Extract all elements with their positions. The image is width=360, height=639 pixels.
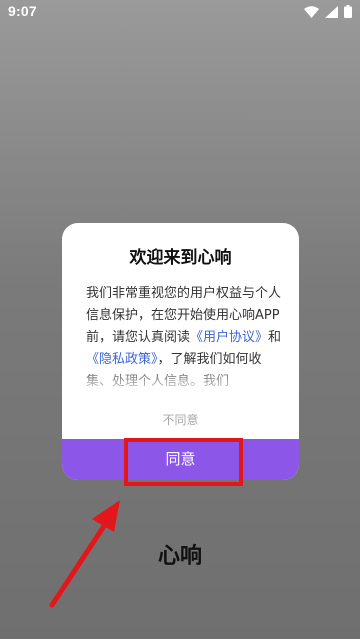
wifi-icon (304, 5, 319, 18)
dialog-body-and: 和 (268, 330, 282, 345)
privacy-consent-dialog: 欢迎来到心响 我们非常重视您的用户权益与个人信息保护，在您开始使用心响APP前，… (62, 223, 299, 480)
signal-icon (325, 5, 338, 18)
agree-button[interactable]: 同意 (62, 439, 299, 480)
battery-icon (344, 5, 352, 18)
disagree-button[interactable]: 不同意 (62, 411, 299, 428)
status-bar: 9:07 (0, 0, 360, 24)
background-app-title: 心响 (157, 544, 202, 569)
dialog-body: 我们非常重视您的用户权益与个人信息保护，在您开始使用心响APP前，请您认真阅读《… (86, 283, 283, 393)
privacy-policy-link[interactable]: 《隐私政策》 (86, 352, 158, 367)
status-time: 9:07 (8, 3, 37, 19)
status-icons (304, 5, 352, 18)
dialog-title: 欢迎来到心响 (129, 248, 232, 268)
user-agreement-link[interactable]: 《用户协议》 (190, 330, 268, 345)
